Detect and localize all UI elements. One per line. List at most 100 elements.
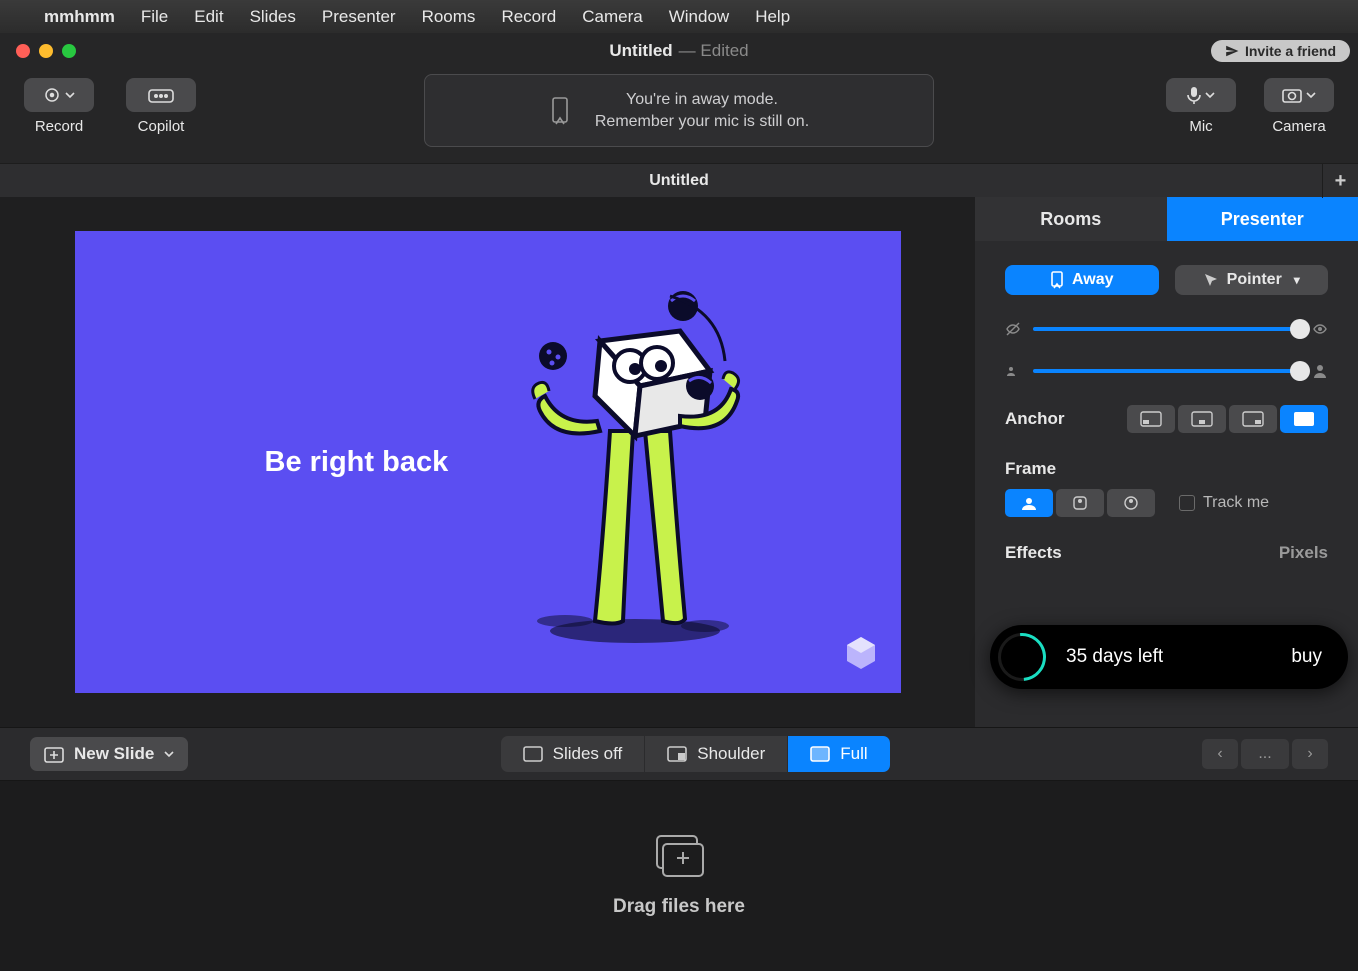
close-window-button[interactable] (16, 44, 30, 58)
slide-text: Be right back (265, 446, 449, 479)
frame-rounded[interactable] (1056, 489, 1104, 517)
copilot-icon (148, 86, 174, 104)
away-label: Away (1072, 271, 1114, 289)
slides-off-icon (523, 746, 543, 762)
camera-label: Camera (1272, 118, 1325, 135)
record-tool: Record (24, 78, 94, 135)
trial-pill: 35 days left buy (990, 625, 1348, 689)
pointer-icon (1203, 272, 1219, 288)
trial-days-left: 35 days left (1066, 646, 1271, 668)
file-dropzone[interactable]: Drag files here (0, 781, 1358, 971)
checkbox-box (1179, 495, 1195, 511)
maximize-window-button[interactable] (62, 44, 76, 58)
chevron-down-icon (1205, 90, 1215, 100)
away-line1: You're in away mode. (595, 89, 809, 111)
anchor-label: Anchor (1005, 409, 1065, 429)
frame-label: Frame (1005, 459, 1328, 479)
away-mode-text: You're in away mode. Remember your mic i… (595, 89, 809, 132)
person-small-icon (1005, 365, 1021, 377)
pointer-dropdown[interactable]: Pointer ▾ (1175, 265, 1329, 295)
away-icon (1050, 271, 1064, 289)
chevron-down-icon (164, 749, 174, 759)
toolbar-right: Mic Camera (1166, 78, 1334, 135)
camera-tool: Camera (1264, 78, 1334, 135)
frame-rect[interactable] (1005, 489, 1053, 517)
menu-edit[interactable]: Edit (194, 7, 223, 27)
away-mode-banner: You're in away mode. Remember your mic i… (424, 74, 934, 147)
mmhmm-logo-icon (843, 635, 879, 675)
anchor-full[interactable] (1280, 405, 1328, 433)
menu-rooms[interactable]: Rooms (422, 7, 476, 27)
mic-icon (1187, 86, 1201, 104)
chevron-down-icon (1306, 90, 1316, 100)
minimize-window-button[interactable] (39, 44, 53, 58)
tab-bar: Untitled + (0, 163, 1358, 197)
window-title: Untitled — Edited (609, 41, 748, 61)
away-toggle-button[interactable]: Away (1005, 265, 1159, 295)
invite-friend-button[interactable]: Invite a friend (1211, 40, 1350, 62)
slider-thumb[interactable] (1290, 361, 1310, 381)
buy-button[interactable]: buy (1291, 646, 1322, 668)
menu-help[interactable]: Help (755, 7, 790, 27)
slide-more-button[interactable]: ... (1241, 739, 1289, 769)
size-slider[interactable] (1033, 369, 1300, 373)
slider-thumb[interactable] (1290, 319, 1310, 339)
away-slide: Be right back (75, 231, 901, 693)
tab-presenter[interactable]: Presenter (1167, 197, 1358, 241)
copilot-button[interactable] (126, 78, 196, 112)
shoulder-label: Shoulder (697, 744, 765, 764)
app-menu[interactable]: mmhmm (44, 7, 115, 27)
menu-file[interactable]: File (141, 7, 168, 27)
paper-plane-icon (1225, 44, 1239, 58)
pixels-label: Pixels (1279, 543, 1328, 563)
tab-title[interactable]: Untitled (649, 172, 709, 190)
opacity-slider-row (1005, 321, 1328, 337)
tab-rooms[interactable]: Rooms (975, 197, 1167, 241)
camera-button[interactable] (1264, 78, 1334, 112)
prev-slide-button[interactable]: ‹ (1202, 739, 1238, 769)
record-icon (43, 86, 61, 104)
full-label: Full (840, 744, 867, 764)
new-slide-button[interactable]: New Slide (30, 737, 188, 771)
next-slide-button[interactable]: › (1292, 739, 1328, 769)
toolbar: Record Copilot You're in away mode. Reme… (0, 68, 1358, 163)
full-icon (810, 746, 830, 762)
menu-presenter[interactable]: Presenter (322, 7, 396, 27)
opacity-slider[interactable] (1033, 327, 1300, 331)
menu-camera[interactable]: Camera (582, 7, 642, 27)
away-mode-icon (549, 96, 571, 126)
slide-nav: ‹ ... › (1202, 739, 1328, 769)
shoulder-icon (667, 746, 687, 762)
stacked-rects-icon (651, 834, 707, 880)
record-label: Record (35, 118, 83, 135)
bottom-strip: New Slide Slides off Shoulder Full ‹ ...… (0, 727, 1358, 781)
menu-slides[interactable]: Slides (250, 7, 296, 27)
view-slides-off[interactable]: Slides off (501, 736, 646, 772)
menu-record[interactable]: Record (501, 7, 556, 27)
view-mode-segment: Slides off Shoulder Full (501, 736, 890, 772)
anchor-bottom-right[interactable] (1229, 405, 1277, 433)
new-slide-label: New Slide (74, 744, 154, 764)
menu-window[interactable]: Window (669, 7, 729, 27)
track-me-label: Track me (1203, 494, 1269, 512)
track-me-checkbox[interactable]: Track me (1179, 494, 1269, 512)
view-full[interactable]: Full (788, 736, 889, 772)
traffic-lights (16, 44, 76, 58)
view-shoulder[interactable]: Shoulder (645, 736, 788, 772)
add-tab-button[interactable]: + (1322, 164, 1358, 198)
frame-circle[interactable] (1107, 489, 1155, 517)
chevron-down-icon (65, 90, 75, 100)
camera-icon (1282, 87, 1302, 103)
anchor-bottom-left[interactable] (1127, 405, 1175, 433)
invite-label: Invite a friend (1245, 43, 1336, 59)
canvas-area: Be right back (0, 197, 975, 727)
document-title: Untitled (609, 41, 672, 61)
creature-illustration (505, 281, 765, 651)
frame-segment (1005, 489, 1155, 517)
mic-button[interactable] (1166, 78, 1236, 112)
chevron-down-icon: ▾ (1294, 273, 1300, 287)
copilot-label: Copilot (138, 118, 185, 135)
record-button[interactable] (24, 78, 94, 112)
anchor-bottom-center[interactable] (1178, 405, 1226, 433)
away-line2: Remember your mic is still on. (595, 111, 809, 133)
